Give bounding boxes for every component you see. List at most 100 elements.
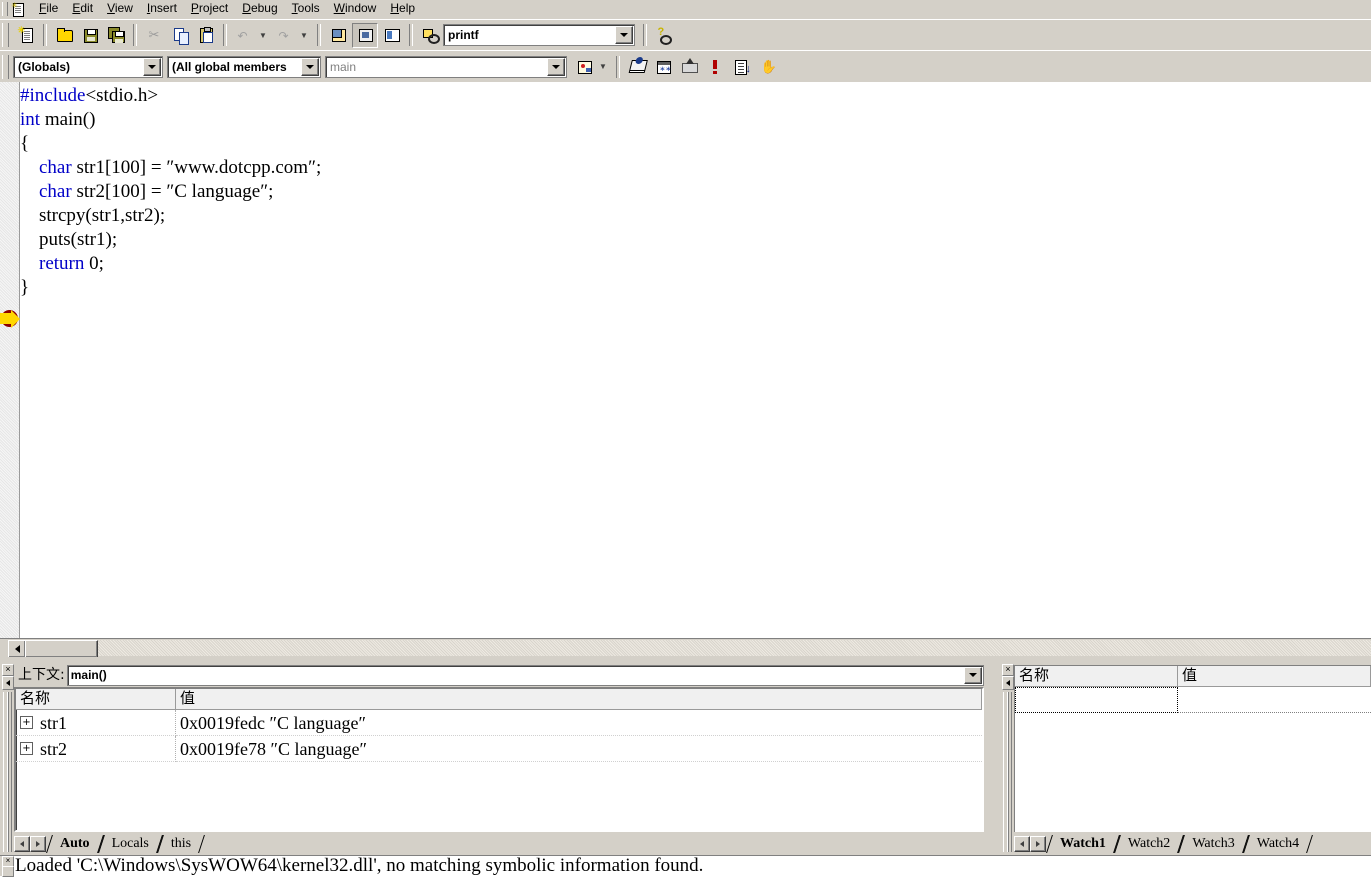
keyboard-icon [681,59,698,75]
insert-resource-button[interactable] [651,55,675,78]
source-code-text[interactable]: #include<stdio.h>int main(){ char str1[1… [20,82,1371,638]
open-file-button[interactable] [52,24,76,47]
collapse-arrow-icon[interactable] [2,676,14,690]
breakpoints-button[interactable] [703,55,727,78]
watch-grid-header: 名称 值 [1015,666,1371,687]
symbol-combo[interactable]: main [325,56,567,78]
key-button[interactable] [677,55,701,78]
symbol-combo-dropdown[interactable] [547,58,565,76]
copy-button[interactable] [168,24,192,47]
column-header-value[interactable]: 值 [1178,666,1371,687]
tab-scroll-left-button[interactable] [14,836,30,852]
globals-combo[interactable]: (Globals) [13,56,163,78]
globals-combo-dropdown[interactable] [143,58,161,76]
class-wizard-button[interactable] [572,55,596,78]
column-header-name[interactable]: 名称 [16,689,176,710]
menu-item-project[interactable]: Project [184,0,235,18]
collapse-arrow-icon[interactable] [2,866,14,877]
dock-grip[interactable] [3,692,12,852]
tab-scroll-right-button[interactable] [30,836,46,852]
books-icon [629,59,646,75]
dock-grip[interactable] [1003,692,1012,852]
close-icon[interactable]: × [1002,664,1014,676]
members-combo-dropdown[interactable] [301,58,319,76]
collapse-arrow-icon[interactable] [1002,676,1014,690]
code-editor[interactable]: #include<stdio.h>int main(){ char str1[1… [0,82,1371,638]
watch-tab-strip: Watch1Watch2Watch3Watch4 [1014,833,1367,854]
insert-bookmark-button[interactable] [625,55,649,78]
editor-gutter[interactable] [0,82,20,638]
paste-button[interactable] [194,24,218,47]
menu-item-debug[interactable]: Debug [235,0,284,18]
tab-auto[interactable]: Auto [48,835,100,853]
tab-watch1[interactable]: Watch1 [1048,835,1116,853]
menu-item-window[interactable]: Window [327,0,384,18]
code-line: } [20,276,1371,300]
context-combo-dropdown[interactable] [964,667,982,684]
members-combo[interactable]: (All global members [167,56,321,78]
table-row[interactable]: +str10x0019fedc ″C language″ [16,710,982,736]
output-window-icon [357,27,374,43]
undo-arrow-icon: ↶ [236,27,253,43]
watch-grid[interactable]: 名称 值 [1014,665,1371,832]
menu-item-edit[interactable]: Edit [65,0,100,18]
table-row[interactable]: + str2 0x0019fe78 ″C language″ [16,736,982,762]
help-search-button[interactable]: ? [652,24,676,47]
output-console[interactable]: × Loaded 'C:\Windows\SysWOW64\kernel32.d… [0,855,1371,876]
tab-locals[interactable]: Locals [100,835,159,853]
variable-name: str2 [40,737,67,761]
code-line: puts(str1); [20,228,1371,252]
tab-watch3[interactable]: Watch3 [1180,835,1244,853]
find-in-files-button[interactable] [418,24,442,47]
list-button[interactable] [729,55,753,78]
scroll-left-button[interactable] [8,640,26,658]
expand-icon[interactable]: + [20,716,33,729]
output-window-button[interactable] [352,23,378,48]
watch-value-cell[interactable] [1178,687,1371,713]
menu-item-file[interactable]: File [32,0,65,18]
scrollbar-thumb[interactable] [25,640,98,658]
toolbar-separator [643,24,647,46]
symbol-combo-value: main [326,60,546,74]
help-binoculars-icon: ? [656,27,673,43]
undo-dropdown-button[interactable]: ▼ [258,24,271,47]
context-combo[interactable]: main() [67,665,984,686]
save-all-button[interactable] [104,24,128,47]
variable-value-cell[interactable]: 0x0019fedc ″C language″ [176,710,982,736]
menu-grip [2,2,8,16]
tab-scroll-left-button[interactable] [1014,836,1030,852]
window-list-button[interactable] [380,24,404,47]
menu-item-insert[interactable]: Insert [140,0,184,18]
find-combo-dropdown[interactable] [615,26,633,44]
tab-this[interactable]: this [159,835,201,853]
variable-name-cell[interactable]: + str2 [16,736,176,762]
expand-icon[interactable]: + [20,742,33,755]
watch-name-cell[interactable] [1015,687,1178,713]
redo-button[interactable]: ↷ [273,24,297,47]
menu-item-help[interactable]: Help [383,0,422,18]
editor-horizontal-scrollbar[interactable] [0,638,1371,657]
scrollbar-track[interactable] [8,640,1371,656]
save-button[interactable] [78,24,102,47]
variable-value-cell[interactable]: 0x0019fe78 ″C language″ [176,736,982,762]
variables-grid[interactable]: 名称 值 +str10x0019fedc ″C language″+str20x… [14,687,984,832]
cut-button[interactable]: ✂ [142,24,166,47]
tab-scroll-right-button[interactable] [1030,836,1046,852]
hand-button[interactable]: ✋ [755,55,779,78]
column-header-value[interactable]: 值 [176,689,982,710]
new-file-button[interactable]: ✳ [14,24,38,47]
tab-watch4[interactable]: Watch4 [1245,835,1309,853]
tab-watch2[interactable]: Watch2 [1116,835,1180,853]
find-combo[interactable]: printf [443,24,635,46]
close-icon[interactable]: × [2,664,14,676]
undo-button[interactable]: ↶ [232,24,256,47]
variable-name-cell[interactable]: +str1 [16,710,176,736]
menu-item-view[interactable]: View [100,0,140,18]
code-line: { [20,132,1371,156]
workspace-button[interactable] [326,24,350,47]
menu-item-tools[interactable]: Tools [285,0,327,18]
class-wizard-dropdown[interactable]: ▼ [598,55,611,78]
watch-row-empty[interactable] [1015,687,1371,713]
redo-dropdown-button[interactable]: ▼ [299,24,312,47]
column-header-name[interactable]: 名称 [1015,666,1178,687]
